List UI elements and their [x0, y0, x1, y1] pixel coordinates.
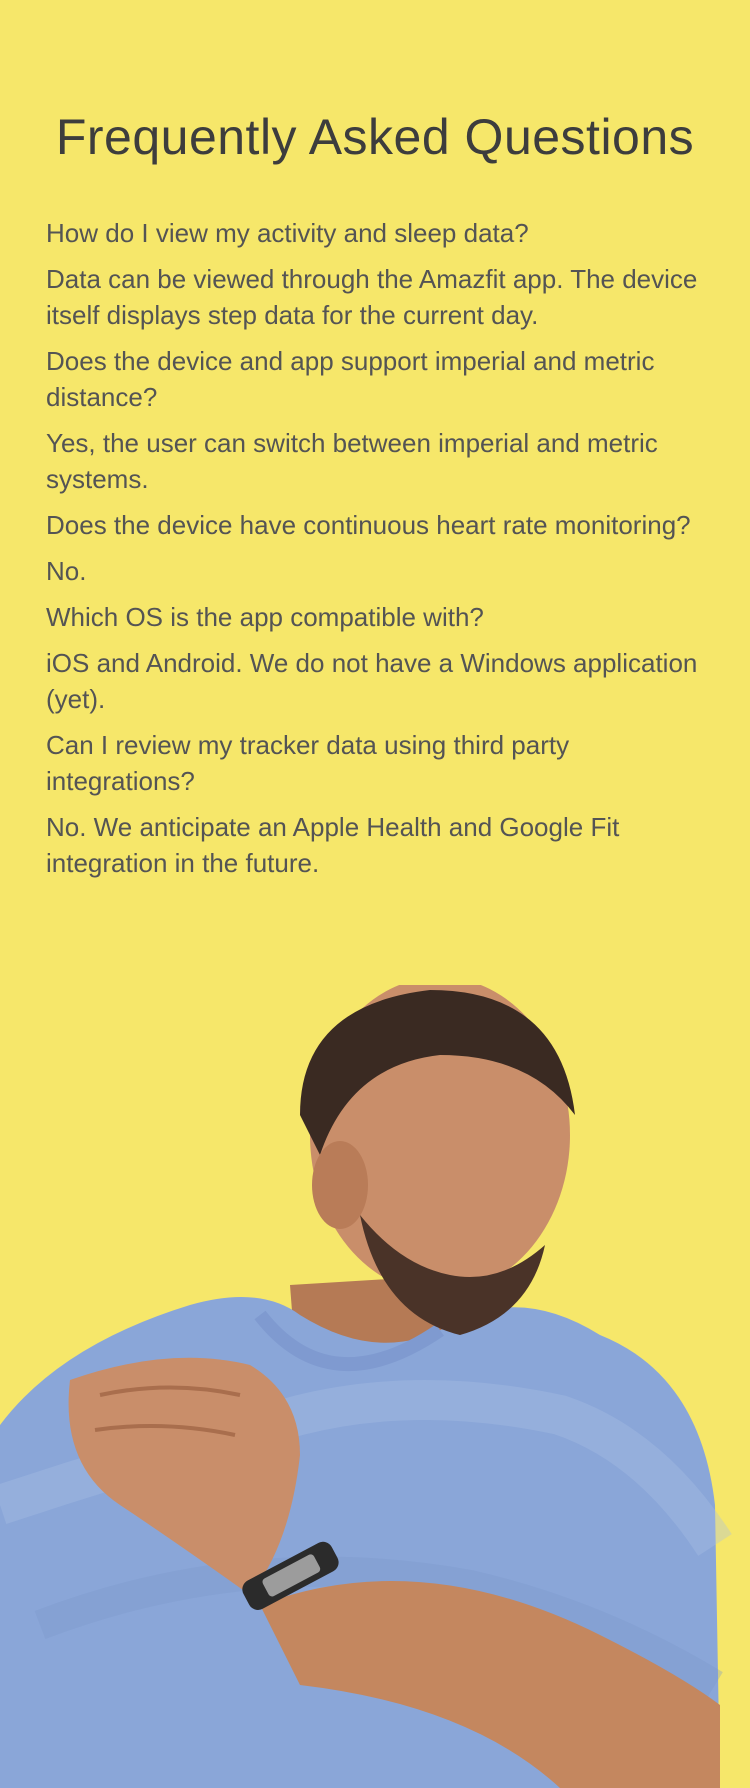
faq-answer: iOS and Android. We do not have a Window…: [46, 648, 698, 714]
page-title: Frequently Asked Questions: [55, 109, 695, 165]
faq-question: Does the device have continuous heart ra…: [46, 510, 691, 540]
model-photo: [0, 985, 732, 1788]
faq-answer: No.: [46, 556, 87, 586]
faq-list: How do I view my activity and sleep data…: [46, 215, 716, 891]
model-ear: [312, 1141, 368, 1229]
faq-answer: Data can be viewed through the Amazfit a…: [46, 264, 698, 330]
faq-question: Does the device and app support imperial…: [46, 346, 655, 412]
faq-question: Can I review my tracker data using third…: [46, 730, 570, 796]
faq-question: Which OS is the app compatible with?: [46, 602, 484, 632]
faq-page: Frequently Asked Questions How do I view…: [0, 0, 750, 1788]
faq-question: How do I view my activity and sleep data…: [46, 218, 529, 248]
faq-answer: Yes, the user can switch between imperia…: [46, 428, 658, 494]
faq-answer: No. We anticipate an Apple Health and Go…: [46, 812, 620, 878]
